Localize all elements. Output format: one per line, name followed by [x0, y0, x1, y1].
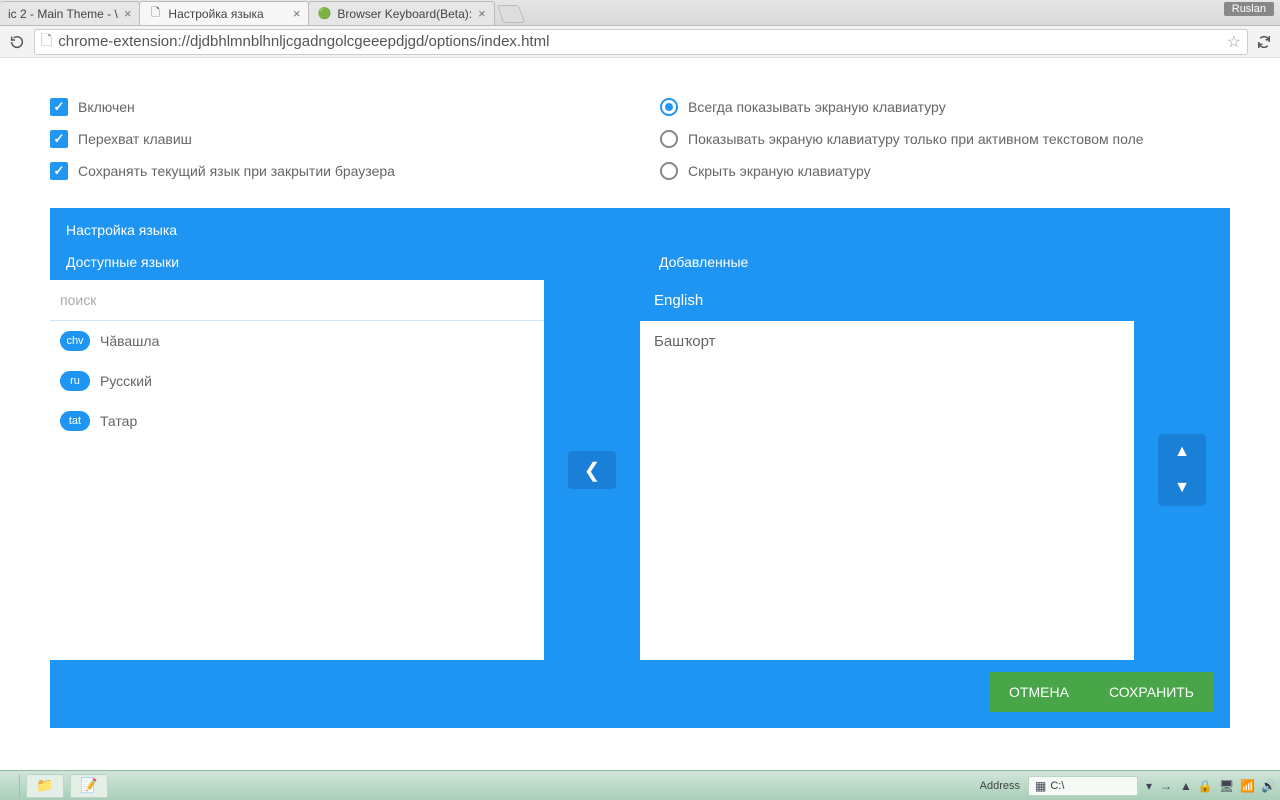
dropdown-icon[interactable]: ▾	[1146, 779, 1152, 793]
save-button[interactable]: СОХРАНИТЬ	[1089, 672, 1214, 712]
panel-headers: Доступные языки Добавленные	[50, 248, 1230, 280]
radio-label: Всегда показывать экраную клавиатуру	[688, 99, 946, 115]
available-list: chv Чӑвашла ru Русский tat Татар	[50, 280, 544, 660]
radio-icon[interactable]	[660, 130, 678, 148]
lang-code-badge: ru	[60, 371, 90, 391]
taskbar-app-icon[interactable]: 📝	[70, 774, 108, 798]
page-favicon: 🟢	[317, 7, 331, 21]
system-tray: ▲ 🔒 🖥 📶 🔊	[1180, 779, 1276, 793]
taskbar-left: 📁 📝	[4, 774, 108, 798]
added-lang-name: English	[654, 292, 703, 309]
added-list: English Башҡорт	[640, 280, 1134, 660]
taskbar: 📁 📝 Address ▦ C:\ ▾ → ▲ 🔒 🖥 📶 🔊	[0, 770, 1280, 800]
browser-tab-active[interactable]: 🗋 Настройка языка ×	[139, 1, 309, 25]
cancel-button[interactable]: ОТМЕНА	[989, 672, 1089, 712]
transfer-column: ❮	[544, 280, 640, 660]
checkbox-icon[interactable]: ✓	[50, 130, 68, 148]
reorder-buttons: ▲ ▼	[1158, 434, 1206, 506]
page-icon: 🗋	[41, 30, 52, 54]
checkbox-save-language[interactable]: ✓ Сохранять текущий язык при закрытии бр…	[50, 162, 620, 180]
move-left-button[interactable]: ❮	[568, 451, 616, 489]
bookmark-star-icon[interactable]: ☆	[1227, 32, 1241, 52]
radio-hide[interactable]: Скрыть экраную клавиатуру	[660, 162, 1230, 180]
reorder-column: ▲ ▼	[1134, 280, 1230, 660]
radio-always-show[interactable]: Всегда показывать экраную клавиатуру	[660, 98, 1230, 116]
added-item-selected[interactable]: English	[640, 280, 1134, 321]
settings-top: ✓ Включен ✓ Перехват клавиш ✓ Сохранять …	[50, 98, 1230, 180]
browser-tab[interactable]: 🟢 Browser Keyboard(Beta): ×	[308, 1, 494, 25]
tray-icon[interactable]: 🖥	[1219, 779, 1234, 793]
available-header: Доступные языки	[50, 248, 637, 280]
close-icon[interactable]: ×	[293, 6, 301, 21]
checkbox-icon[interactable]: ✓	[50, 162, 68, 180]
radio-show-on-focus[interactable]: Показывать экраную клавиатуру только при…	[660, 130, 1230, 148]
search-row	[50, 280, 544, 321]
checkbox-key-capture[interactable]: ✓ Перехват клавиш	[50, 130, 620, 148]
footer-buttons: ОТМЕНА СОХРАНИТЬ	[989, 672, 1214, 712]
browser-tabbar: ic 2 - Main Theme - \ × 🗋 Настройка язык…	[0, 0, 1280, 26]
radio-icon[interactable]	[660, 98, 678, 116]
lang-name: Татар	[100, 413, 137, 429]
volume-icon[interactable]: 🔊	[1261, 779, 1276, 793]
added-lang-name: Башҡорт	[654, 333, 715, 350]
move-up-button[interactable]: ▲	[1158, 434, 1206, 470]
chevron-left-icon: ❮	[584, 458, 601, 483]
address-label: Address	[980, 780, 1020, 792]
close-icon[interactable]: ×	[478, 6, 486, 21]
tab-title: Browser Keyboard(Beta):	[337, 7, 472, 21]
available-item[interactable]: chv Чӑвашла	[50, 321, 544, 361]
lang-name: Чӑвашла	[100, 333, 159, 349]
checkbox-label: Перехват клавиш	[78, 131, 192, 147]
options-page: ✓ Включен ✓ Перехват клавиш ✓ Сохранять …	[0, 58, 1280, 728]
panel-footer: ОТМЕНА СОХРАНИТЬ	[50, 660, 1230, 728]
go-icon[interactable]: →	[1160, 779, 1172, 793]
chevron-up-icon: ▲	[1174, 443, 1190, 461]
checkbox-label: Включен	[78, 99, 135, 115]
tray-icon[interactable]: 📶	[1240, 779, 1255, 793]
reload-icon	[9, 34, 25, 50]
tab-title: Настройка языка	[168, 7, 286, 21]
taskbar-app-icon[interactable]: 📁	[26, 774, 64, 798]
tray-icon[interactable]: 🔒	[1198, 779, 1213, 793]
tray-icon[interactable]: ▲	[1180, 779, 1192, 793]
added-header: Добавленные	[637, 248, 1230, 280]
search-input[interactable]	[50, 280, 544, 320]
available-item[interactable]: ru Русский	[50, 361, 544, 401]
tab-title: ic 2 - Main Theme - \	[8, 7, 118, 21]
available-item[interactable]: tat Татар	[50, 401, 544, 441]
radio-column: Всегда показывать экраную клавиатуру Пок…	[660, 98, 1230, 180]
checkbox-icon[interactable]: ✓	[50, 98, 68, 116]
move-down-button[interactable]: ▼	[1158, 470, 1206, 506]
taskbar-right: Address ▦ C:\ ▾ → ▲ 🔒 🖥 📶 🔊	[980, 776, 1276, 796]
checkbox-enabled[interactable]: ✓ Включен	[50, 98, 620, 116]
folder-icon: ▦	[1035, 779, 1046, 793]
address-bar: 🗋 chrome-extension://djdbhlmnblhnljcgadn…	[0, 26, 1280, 58]
url-field[interactable]: 🗋 chrome-extension://djdbhlmnblhnljcgadn…	[34, 29, 1248, 55]
chevron-down-icon: ▼	[1174, 479, 1190, 497]
reload-button[interactable]	[6, 31, 28, 53]
taskbar-divider	[4, 774, 20, 798]
address-value: C:\	[1050, 780, 1064, 792]
language-body: chv Чӑвашла ru Русский tat Татар ❮	[50, 280, 1230, 660]
page-favicon: 🗋	[148, 7, 162, 21]
lang-code-badge: chv	[60, 331, 90, 351]
user-badge[interactable]: Ruslan	[1224, 2, 1274, 16]
browser-tab[interactable]: ic 2 - Main Theme - \ ×	[0, 1, 140, 25]
added-item[interactable]: Башҡорт	[640, 321, 1134, 362]
radio-label: Показывать экраную клавиатуру только при…	[688, 131, 1144, 147]
radio-icon[interactable]	[660, 162, 678, 180]
url-text: chrome-extension://djdbhlmnblhnljcgadngo…	[58, 33, 549, 50]
extension-icon[interactable]	[1254, 32, 1274, 52]
lang-code-badge: tat	[60, 411, 90, 431]
language-panel: Настройка языка Доступные языки Добавлен…	[50, 208, 1230, 728]
sync-icon	[1255, 33, 1273, 51]
checkbox-label: Сохранять текущий язык при закрытии брау…	[78, 163, 395, 179]
lang-name: Русский	[100, 373, 152, 389]
checkbox-column: ✓ Включен ✓ Перехват клавиш ✓ Сохранять …	[50, 98, 620, 180]
panel-title: Настройка языка	[50, 208, 1230, 248]
radio-label: Скрыть экраную клавиатуру	[688, 163, 871, 179]
address-box[interactable]: ▦ C:\	[1028, 776, 1138, 796]
close-icon[interactable]: ×	[124, 6, 132, 21]
new-tab-button[interactable]	[496, 5, 525, 23]
